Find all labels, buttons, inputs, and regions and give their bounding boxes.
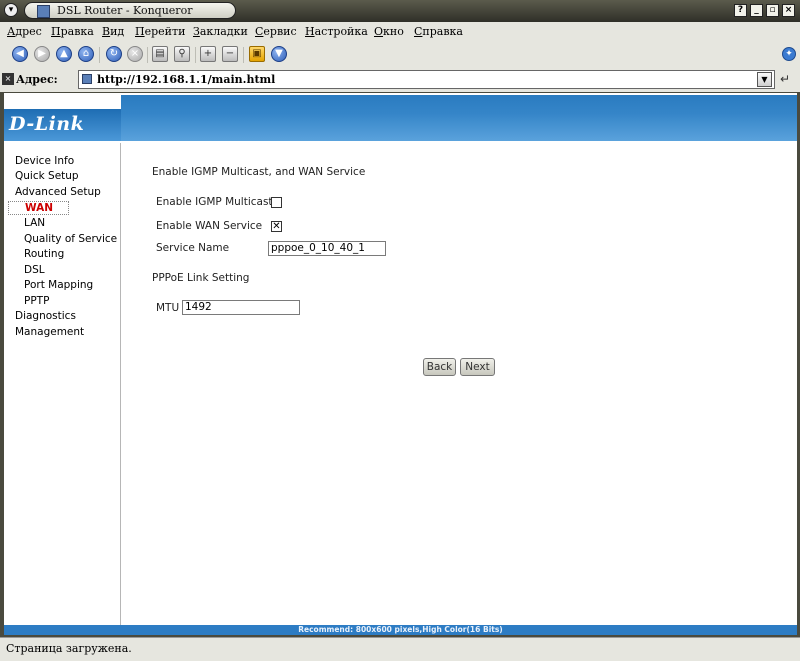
address-label: Адрес: [16,73,58,86]
banner-blue-bar [121,95,797,141]
back-button[interactable]: Back [423,358,456,376]
recommend-footer: Recommend: 800x600 pixels,High Color(16 … [4,625,797,635]
menu-tools[interactable]: Сервис [255,25,297,38]
security-lock-icon[interactable]: ▣ [249,46,265,62]
sidebar-item-dsl[interactable]: DSL [24,264,45,276]
page-heading: Enable IGMP Multicast, and WAN Service [152,166,366,178]
toolbar-separator [99,47,100,63]
dlink-logo: D-Link [9,113,85,135]
toolbar-separator [147,47,148,63]
menu-bookmarks[interactable]: Закладки [193,25,248,38]
window-title-text: DSL Router - Konqueror [57,4,193,17]
sidebar-item-port-mapping[interactable]: Port Mapping [24,279,93,291]
sidebar-item-device-info[interactable]: Device Info [15,155,74,167]
print-icon[interactable]: ▤ [152,46,168,62]
zoom-out-icon[interactable]: − [222,46,238,62]
menu-address[interactable]: Адрес [7,25,42,38]
clear-address-icon[interactable]: × [2,73,14,85]
minimize-button[interactable]: _ [750,4,763,17]
home-icon[interactable]: ⌂ [78,46,94,62]
sidebar-item-pptp[interactable]: PPTP [24,295,49,307]
url-input[interactable]: http://192.168.1.1/main.html [78,70,775,89]
konqueror-gear-icon[interactable]: ✦ [782,47,796,61]
download-icon[interactable]: ▼ [271,46,287,62]
back-icon[interactable]: ◀ [12,46,28,62]
menu-help[interactable]: Справка [414,25,463,38]
service-name-label: Service Name [156,242,230,254]
mtu-label: MTU [156,302,180,314]
service-name-input[interactable]: pppoe_0_10_40_1 [268,241,386,256]
sidebar-item-wan[interactable]: WAN [8,201,70,215]
toolbar-separator [195,47,196,63]
stop-icon[interactable]: × [127,46,143,62]
status-text: Страница загружена. [6,642,132,655]
konqueror-icon [37,5,50,18]
mtu-input[interactable]: 1492 [182,300,300,315]
next-button[interactable]: Next [460,358,495,376]
window-title: DSL Router - Konqueror [24,2,236,19]
sidebar-item-diagnostics[interactable]: Diagnostics [15,310,76,322]
sidebar-item-quick-setup[interactable]: Quick Setup [15,170,79,182]
menu-go[interactable]: Перейти [135,25,185,38]
page-favicon-icon [82,74,92,84]
header-banner: D-Link [4,93,797,141]
igmp-checkbox[interactable] [271,197,282,208]
wan-service-checkbox[interactable]: ✕ [271,221,282,232]
url-history-dropdown-icon[interactable]: ▼ [757,72,772,87]
wan-service-label: Enable WAN Service [156,220,263,232]
sidebar-item-routing[interactable]: Routing [24,248,64,260]
address-bar: × Адрес: http://192.168.1.1/main.html ▼ … [0,68,800,92]
find-icon[interactable]: ⚲ [174,46,190,62]
reload-icon[interactable]: ↻ [106,46,122,62]
sidebar-item-lan[interactable]: LAN [24,217,45,229]
close-button[interactable]: × [782,4,795,17]
sidebar-item-qos[interactable]: Quality of Service [24,233,117,245]
sidebar-item-management[interactable]: Management [15,326,84,338]
maximize-button[interactable]: ▫ [766,4,779,17]
forward-icon[interactable]: ▶ [34,46,50,62]
go-icon[interactable]: ↵ [780,72,790,86]
window-titlebar: ▾ DSL Router - Konqueror ? _ ▫ × [0,0,800,22]
sidebar-nav: Device Info Quick Setup Advanced Setup W… [4,143,121,635]
web-page: D-Link Device Info Quick Setup Advanced … [4,93,797,635]
igmp-label: Enable IGMP Multicast [156,196,273,208]
menu-view[interactable]: Вид [102,25,124,38]
up-icon[interactable]: ▲ [56,46,72,62]
sidebar-item-advanced-setup[interactable]: Advanced Setup [15,186,101,198]
menu-bar: Адрес Правка Вид Перейти Закладки Сервис… [0,22,800,42]
toolbar: ◀ ▶ ▲ ⌂ ↻ × ▤ ⚲ + − ▣ ▼ ✦ [0,42,800,69]
help-button[interactable]: ? [734,4,747,17]
window-menu-button[interactable]: ▾ [4,3,18,17]
menu-window[interactable]: Окно [374,25,404,38]
pppoe-heading: PPPoE Link Setting [152,272,250,284]
status-bar: Страница загружена. [0,637,800,661]
zoom-in-icon[interactable]: + [200,46,216,62]
toolbar-separator [243,47,244,63]
menu-settings[interactable]: Настройка [305,25,368,38]
main-content: Enable IGMP Multicast, and WAN Service E… [121,143,797,635]
menu-edit[interactable]: Правка [51,25,94,38]
